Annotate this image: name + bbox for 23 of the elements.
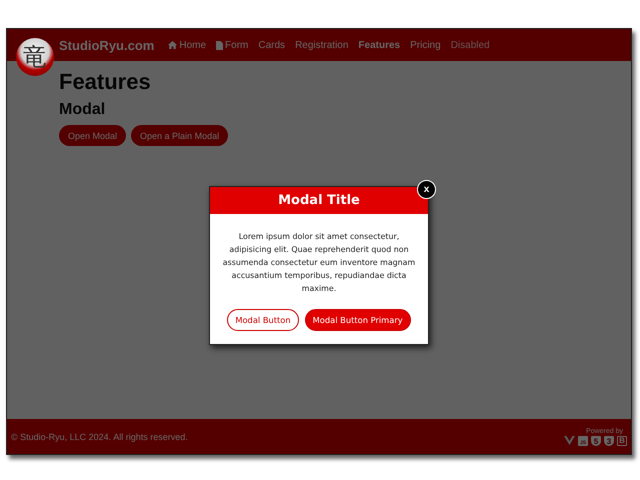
- nav-link: Disabled: [450, 40, 490, 50]
- nav-link[interactable]: Features: [358, 40, 400, 50]
- section-heading: Modal: [59, 101, 106, 119]
- nav-link[interactable]: Pricing: [410, 40, 441, 50]
- file-icon: [216, 40, 224, 50]
- logo[interactable]: 竜: [16, 38, 54, 76]
- tech-logo: 3: [604, 436, 614, 446]
- close-button[interactable]: x: [417, 180, 436, 199]
- copyright-text: © Studio-Ryu, LLC 2024. All rights reserved.: [11, 432, 188, 442]
- tech-logo: 5: [591, 436, 601, 446]
- modal-button[interactable]: Modal Button Primary: [304, 309, 411, 331]
- brand-name[interactable]: StudioRyu.com: [59, 38, 154, 52]
- home-icon: [168, 41, 178, 49]
- nav-link[interactable]: Registration: [295, 40, 348, 50]
- open-modal-button[interactable]: Open Modal: [59, 125, 126, 146]
- open-modal-button[interactable]: Open a Plain Modal: [131, 125, 228, 146]
- modal-button[interactable]: Modal Button: [227, 309, 299, 331]
- v-logo-icon: [564, 436, 575, 445]
- nav-link[interactable]: Cards: [258, 40, 286, 50]
- tech-logo: B: [617, 436, 627, 446]
- nav-link[interactable]: Form: [216, 40, 248, 50]
- nav-link[interactable]: Home: [168, 40, 206, 50]
- page-title: Features: [59, 69, 152, 95]
